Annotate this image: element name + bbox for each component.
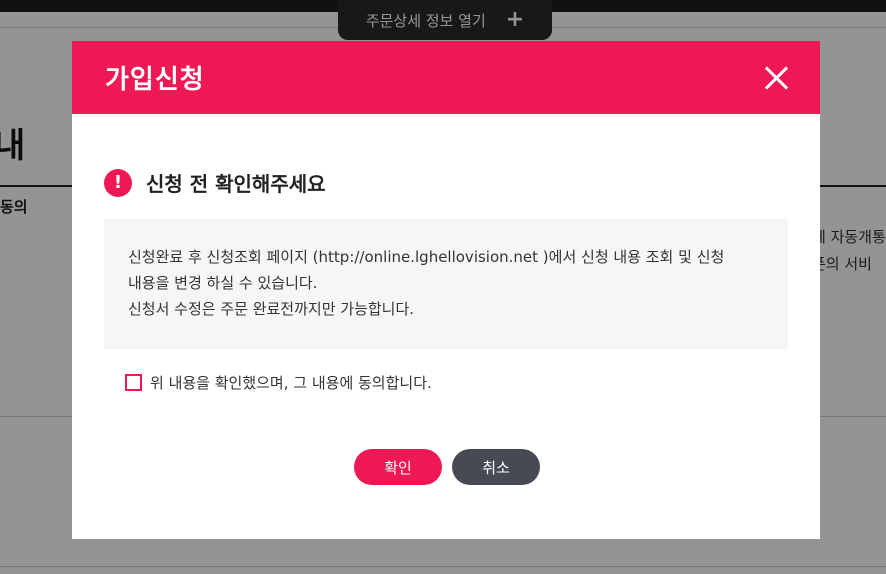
notice-heading: ! 신청 전 확인해주세요 <box>104 168 326 197</box>
info-line: 신청완료 후 신청조회 페이지 (http://online.lghellovi… <box>128 248 725 266</box>
agree-label[interactable]: 위 내용을 확인했으며, 그 내용에 동의합니다. <box>150 372 432 393</box>
modal-header: 가입신청 <box>72 41 820 114</box>
close-icon[interactable] <box>764 65 790 91</box>
cancel-button[interactable]: 취소 <box>452 449 540 485</box>
info-line: 내용을 변경 하실 수 있습니다. <box>128 274 318 292</box>
agree-checkbox[interactable] <box>125 374 142 391</box>
agree-checkbox-row[interactable]: 위 내용을 확인했으며, 그 내용에 동의합니다. <box>125 372 432 393</box>
modal-title: 가입신청 <box>105 65 205 95</box>
alert-icon: ! <box>104 168 132 197</box>
notice-info-box: 신청완료 후 신청조회 페이지 (http://online.lghellovi… <box>104 219 788 349</box>
confirm-button[interactable]: 확인 <box>354 449 442 485</box>
notice-title: 신청 전 확인해주세요 <box>146 172 326 196</box>
info-line: 신청서 수정은 주문 완료전까지만 가능합니다. <box>128 300 415 318</box>
signup-modal: 가입신청 ! 신청 전 확인해주세요 신청완료 후 신청조회 페이지 (http… <box>72 41 820 539</box>
